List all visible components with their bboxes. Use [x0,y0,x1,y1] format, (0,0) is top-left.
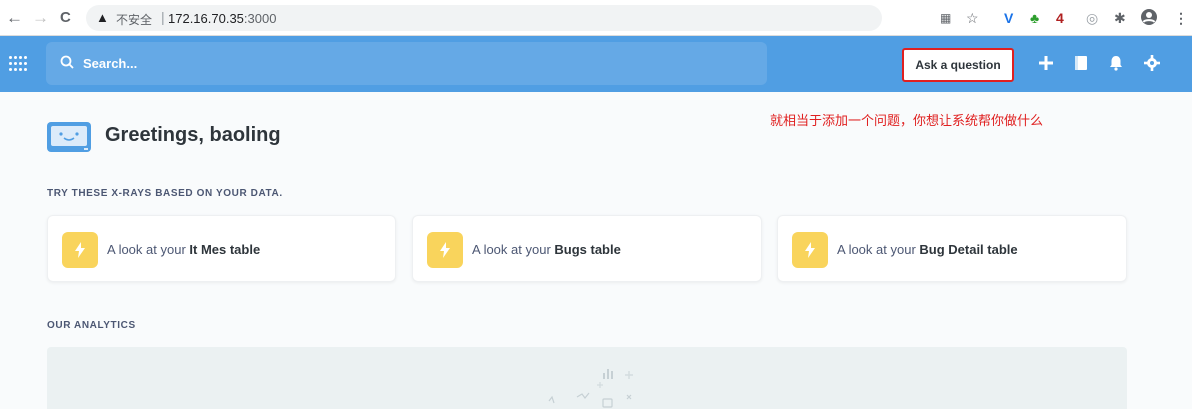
back-button[interactable]: ← [6,8,23,28]
extensions-puzzle-icon[interactable]: ✱ [1114,9,1126,27]
search-placeholder: Search... [83,56,138,71]
analytics-heading: OUR ANALYTICS [47,320,136,331]
url-port: :3000 [243,11,277,26]
insecure-label: 不安全 [116,13,153,27]
xray-card-label: A look at your Bugs table [472,242,621,257]
xray-card-table: It Mes table [189,242,261,257]
analytics-empty-panel [47,347,1127,409]
lightning-bolt-icon [792,232,828,268]
greeting-bot-icon [47,122,91,152]
xray-card-label: A look at your Bug Detail table [837,242,1018,257]
bookmark-star-icon[interactable]: ☆ [966,9,979,27]
lightning-bolt-icon [62,232,98,268]
xray-card-label: A look at your It Mes table [107,242,260,257]
notification-bell-icon[interactable] [1107,54,1125,72]
search-input[interactable]: Search... [46,42,767,85]
analytics-illustration-icon [548,369,633,408]
app-navbar: Search... Ask a question [0,36,1192,92]
clover-extension-icon[interactable]: ♣ [1030,9,1039,27]
metabase-logo-icon[interactable] [8,54,30,74]
url-separator: | [161,9,165,25]
address-bar[interactable]: ▲ 不安全 | 172.16.70.35:3000 [86,5,882,31]
extension-circle-icon[interactable]: ◎ [1086,9,1098,27]
ask-question-button[interactable]: Ask a question [902,48,1014,82]
warning-icon: ▲ [96,10,109,25]
vue-devtools-icon[interactable]: V [1004,9,1013,27]
annotation-note: 就相当于添加一个问题，你想让系统帮你做什么 [770,114,1044,129]
translate-icon[interactable]: ▦ [940,9,951,27]
xray-card-bugs[interactable]: A look at your Bugs table [412,215,762,282]
xray-card-it-mes[interactable]: A look at your It Mes table [47,215,396,282]
settings-gear-icon[interactable] [1143,54,1161,72]
extension-4-icon[interactable]: 4 [1056,9,1064,27]
xray-card-table: Bugs table [554,242,621,257]
xray-card-table: Bug Detail table [919,242,1018,257]
browser-toolbar: ← → C ▲ 不安全 | 172.16.70.35:3000 ▦ ☆ V ♣ … [0,0,1192,36]
xray-card-prefix: A look at your [837,242,920,257]
reload-button[interactable]: C [60,8,71,28]
profile-avatar-icon[interactable] [1140,8,1158,26]
xray-card-prefix: A look at your [107,242,190,257]
search-icon [60,55,74,69]
collection-icon[interactable] [1072,54,1090,72]
greeting-title: Greetings, baoling [105,124,281,146]
lightning-bolt-icon [427,232,463,268]
url-host: 172.16.70.35 [168,11,244,26]
forward-button[interactable]: → [32,8,49,28]
browser-menu-icon[interactable]: ⋮ [1174,9,1188,27]
url-text: 172.16.70.35:3000 [168,11,276,26]
xray-card-prefix: A look at your [472,242,555,257]
xrays-heading: TRY THESE X-RAYS BASED ON YOUR DATA. [47,188,283,199]
xray-card-bug-detail[interactable]: A look at your Bug Detail table [777,215,1127,282]
plus-icon[interactable] [1037,54,1055,72]
